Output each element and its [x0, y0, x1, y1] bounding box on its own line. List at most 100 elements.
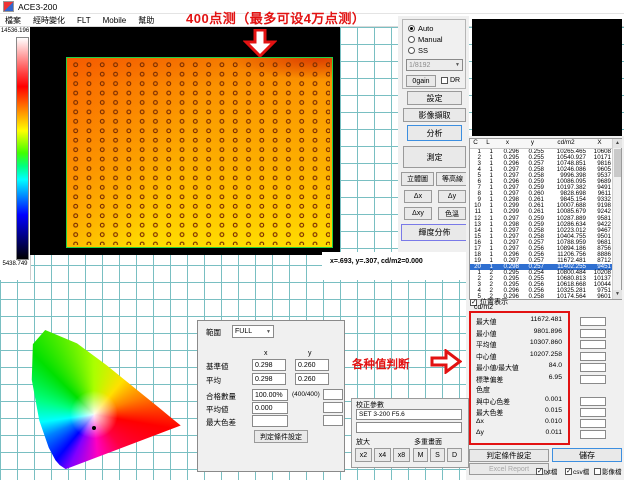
reference-y-field[interactable]: 0.260 — [295, 359, 329, 371]
stat-row: 最小値9801.896 — [476, 328, 562, 338]
table-cell: 9601 — [588, 294, 613, 299]
stat-limit-field[interactable] — [580, 329, 606, 338]
radio-manual-label: Manual — [418, 35, 443, 44]
menu-timelapse[interactable]: 經時變化 — [33, 15, 65, 26]
measurement-table: C L x y cd/m2 X 110.2960.25510265.465106… — [469, 138, 622, 300]
scroll-down-icon[interactable]: ▼ — [613, 290, 622, 299]
reference-label: 基準値 — [206, 361, 229, 372]
scroll-up-icon[interactable]: ▲ — [613, 139, 622, 148]
zoom-x2-button[interactable]: x2 — [355, 448, 372, 462]
csv-file-checkbox[interactable]: csv檔 — [565, 466, 589, 476]
chevron-down-icon: ▼ — [455, 62, 460, 68]
scrollbar-thumb[interactable] — [614, 149, 621, 177]
stat-value: 0.011 — [545, 429, 562, 436]
stat-row: Δx0.010 — [476, 418, 562, 425]
exposure-group: Auto Manual SS 1/8192 ▼ 0gain DR — [402, 19, 466, 89]
delta-x-button[interactable]: Δx — [404, 190, 432, 203]
col-l: L — [483, 139, 496, 148]
multi-s-button[interactable]: S — [430, 448, 445, 462]
table-cell: 10174.564 — [546, 294, 588, 299]
stat-value: 9801.896 — [534, 328, 562, 338]
contour-button[interactable]: 等高線 — [436, 172, 469, 186]
menu-file[interactable]: 檔案 — [5, 15, 21, 26]
pass-count-text: (400/400) — [292, 391, 320, 398]
stats-section-chroma: 色度 — [476, 385, 490, 395]
image-file-checkbox[interactable]: 影像檔 — [594, 466, 622, 476]
menu-help[interactable]: 幫助 — [138, 15, 154, 26]
save-button[interactable]: 儲存 — [552, 448, 622, 462]
mean-value-field[interactable]: 0.000 — [252, 402, 288, 414]
stat-value: 10207.258 — [530, 351, 562, 361]
stat-limit-field[interactable] — [580, 408, 606, 417]
analyze-button[interactable]: 分析 — [407, 125, 462, 141]
exposure-select[interactable]: 1/8192 ▼ — [406, 59, 463, 71]
judge-condition-button[interactable]: 判定條件設定 — [469, 449, 549, 462]
mean-limit-field[interactable] — [323, 402, 343, 413]
pass-percent-field[interactable]: 100.00% — [252, 389, 288, 401]
y-column-header: y — [308, 350, 312, 357]
csv-checkbox-icon — [565, 468, 572, 475]
exposure-value: 1/8192 — [409, 62, 430, 69]
menu-mobile[interactable]: Mobile — [103, 16, 127, 25]
table-cell: 0.258 — [521, 294, 546, 299]
calibration-set-field[interactable]: SET 3-200 F5.6 — [356, 409, 462, 420]
radio-ss[interactable]: SS — [408, 46, 428, 55]
heatmap-display-panel — [30, 27, 340, 255]
max-color-diff-label: 最大色差 — [206, 417, 236, 428]
range-judge-condition-button[interactable]: 判定條件設定 — [254, 430, 308, 443]
radio-auto[interactable]: Auto — [408, 24, 433, 33]
stat-value: 0.015 — [545, 407, 562, 417]
max-color-diff-limit-field[interactable] — [323, 415, 343, 426]
zero-gain-button[interactable]: 0gain — [406, 75, 436, 87]
stat-limit-field[interactable] — [580, 430, 606, 439]
radio-auto-label: Auto — [418, 24, 433, 33]
stat-row: 中心値10207.258 — [476, 351, 562, 361]
multi-screen-label: 多重畫面 — [414, 437, 442, 447]
txt-file-checkbox[interactable]: txt檔 — [536, 466, 557, 476]
stat-value: 84.0 — [549, 362, 562, 372]
measure-button[interactable]: 測定 — [403, 146, 466, 168]
image-capture-button[interactable]: 影像擷取 — [403, 108, 466, 122]
stat-limit-field[interactable] — [580, 317, 606, 326]
table-scrollbar[interactable]: ▲ ▼ — [612, 139, 621, 299]
stat-limit-field[interactable] — [580, 419, 606, 428]
zoom-x8-button[interactable]: x8 — [393, 448, 410, 462]
stat-row: 最大値11672.481 — [476, 316, 562, 326]
colorbar-min-value: 5438.749 — [0, 261, 30, 267]
delta-xy-button[interactable]: Δxy — [404, 207, 432, 220]
calibration-extra-field[interactable] — [356, 422, 462, 433]
txt-checkbox-label: txt檔 — [544, 466, 557, 476]
average-y-field[interactable]: 0.260 — [295, 373, 329, 385]
stat-row: 與中心色差0.001 — [476, 396, 562, 406]
stat-limit-field[interactable] — [580, 352, 606, 361]
settings-button[interactable]: 設定 — [407, 91, 462, 105]
luminance-distribution-button[interactable]: 輝度分佈 — [401, 224, 468, 241]
multi-d-button[interactable]: D — [447, 448, 462, 462]
stat-row: 標準偏差6.95 — [476, 374, 562, 384]
menu-flt[interactable]: FLT — [77, 16, 91, 25]
stat-limit-field[interactable] — [580, 397, 606, 406]
max-color-diff-field[interactable] — [252, 415, 288, 427]
multi-m-button[interactable]: M — [413, 448, 428, 462]
stat-limit-field[interactable] — [580, 375, 606, 384]
zoom-x4-button[interactable]: x4 — [374, 448, 391, 462]
reference-x-field[interactable]: 0.298 — [252, 359, 286, 371]
pass-limit-field[interactable] — [323, 389, 343, 400]
luminance-heatmap[interactable] — [66, 57, 333, 248]
dr-checkbox[interactable]: DR — [441, 77, 460, 84]
stat-limit-field[interactable] — [580, 340, 606, 349]
window-title: ACE3-200 — [18, 2, 57, 12]
stat-label: 最小値/最大値 — [476, 362, 519, 372]
color-temp-button[interactable]: 色溫 — [438, 207, 466, 220]
radio-manual[interactable]: Manual — [408, 35, 443, 44]
delta-y-button[interactable]: Δy — [438, 190, 466, 203]
stat-limit-field[interactable] — [580, 363, 606, 372]
annotation-points-note: 400点测（最多可设4万点测） — [186, 8, 365, 27]
range-select[interactable]: FULL ▼ — [232, 325, 274, 338]
txt-checkbox-icon — [536, 468, 543, 475]
luminance-colorbar — [16, 37, 29, 260]
stat-value: 11672.481 — [530, 316, 562, 326]
view-3d-button[interactable]: 立體圖 — [401, 172, 434, 186]
average-x-field[interactable]: 0.298 — [252, 373, 286, 385]
measurement-points-grid — [69, 60, 330, 245]
